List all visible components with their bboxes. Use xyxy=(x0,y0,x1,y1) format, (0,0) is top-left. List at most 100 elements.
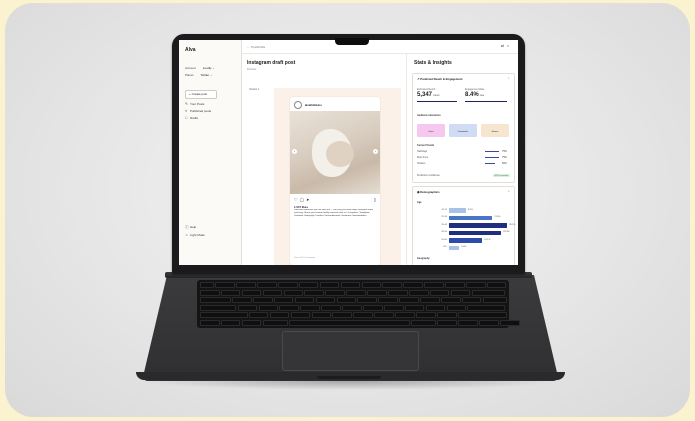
key[interactable] xyxy=(471,289,506,296)
key[interactable] xyxy=(200,312,248,318)
key[interactable] xyxy=(258,304,279,311)
key[interactable] xyxy=(220,319,241,326)
key[interactable] xyxy=(248,312,269,318)
key[interactable] xyxy=(367,289,387,296)
key[interactable] xyxy=(382,282,403,288)
key[interactable] xyxy=(346,289,366,296)
key[interactable] xyxy=(220,289,241,296)
key[interactable] xyxy=(403,282,423,288)
key[interactable] xyxy=(257,282,277,288)
breadcrumb[interactable]: ← Tips/Drafts xyxy=(247,45,265,49)
key[interactable] xyxy=(215,282,235,288)
key[interactable] xyxy=(269,312,290,318)
view-comments-link[interactable]: View all 24 comments xyxy=(294,257,315,259)
key[interactable] xyxy=(232,297,252,303)
key[interactable] xyxy=(241,319,262,326)
key[interactable] xyxy=(465,282,486,288)
key[interactable] xyxy=(420,297,440,303)
sidebar-item-published[interactable]: ≡ Published posts xyxy=(185,109,211,113)
key[interactable] xyxy=(404,304,425,311)
key[interactable] xyxy=(445,282,465,288)
key[interactable] xyxy=(388,289,408,296)
platform-selector[interactable]: Planet Twitter ⌄ xyxy=(185,73,213,77)
key[interactable] xyxy=(262,319,288,326)
key[interactable] xyxy=(200,297,231,303)
sidebar-item-help[interactable]: ⓘ Help xyxy=(185,225,196,230)
key[interactable] xyxy=(374,312,394,318)
key[interactable] xyxy=(500,319,520,326)
key[interactable] xyxy=(279,304,300,311)
key[interactable] xyxy=(298,282,319,288)
key[interactable] xyxy=(395,312,415,318)
key[interactable] xyxy=(363,304,383,311)
key[interactable] xyxy=(425,304,446,311)
key[interactable] xyxy=(336,297,357,303)
key[interactable] xyxy=(315,297,336,303)
key[interactable] xyxy=(479,319,499,326)
sidebar-item-drafts[interactable]: □ Drafts xyxy=(185,116,198,120)
key[interactable] xyxy=(467,304,506,311)
chevron-right-icon[interactable]: › xyxy=(373,149,378,154)
key[interactable] xyxy=(283,289,304,296)
create-post-button[interactable]: + Create post xyxy=(185,90,217,99)
chevron-left-icon[interactable]: ‹ xyxy=(292,149,297,154)
key[interactable] xyxy=(361,282,382,288)
key[interactable] xyxy=(325,289,345,296)
key[interactable] xyxy=(437,319,457,326)
key[interactable] xyxy=(200,289,220,296)
key[interactable] xyxy=(319,282,340,288)
key[interactable] xyxy=(290,312,311,318)
key[interactable] xyxy=(237,304,258,311)
sidebar-item-light-mode[interactable]: ☼ Light Mode xyxy=(185,233,205,237)
key[interactable] xyxy=(273,297,294,303)
engagement-card-title[interactable]: ↗ Predicted Reach & Engagement xyxy=(417,77,462,81)
key[interactable] xyxy=(321,304,341,311)
key[interactable] xyxy=(424,282,444,288)
key[interactable] xyxy=(410,319,437,326)
key[interactable] xyxy=(262,289,283,296)
key[interactable] xyxy=(340,282,361,288)
key[interactable] xyxy=(461,297,482,303)
menu-icon[interactable]: ≡ xyxy=(507,44,512,48)
key[interactable] xyxy=(300,304,320,311)
key[interactable] xyxy=(294,297,315,303)
key[interactable] xyxy=(416,312,436,318)
key[interactable] xyxy=(332,312,353,318)
laptop-screen: Alva Account Loudly ⌄ Planet Twitter ⌄ +… xyxy=(179,40,518,265)
key[interactable] xyxy=(457,312,507,318)
key[interactable] xyxy=(482,297,507,303)
key[interactable] xyxy=(342,304,362,311)
key[interactable] xyxy=(252,297,273,303)
key[interactable] xyxy=(399,297,419,303)
key[interactable] xyxy=(446,304,467,311)
key[interactable] xyxy=(289,319,410,326)
account-selector[interactable]: Account Loudly ⌄ xyxy=(185,66,215,70)
key[interactable] xyxy=(383,304,404,311)
key[interactable] xyxy=(277,282,298,288)
key[interactable] xyxy=(353,312,373,318)
send-icon[interactable]: ➤ xyxy=(306,197,311,202)
key[interactable] xyxy=(236,282,256,288)
key[interactable] xyxy=(450,289,471,296)
trend-row-label: Best times xyxy=(417,156,429,159)
bookmark-icon[interactable]: ▯ xyxy=(374,197,376,202)
key[interactable] xyxy=(378,297,398,303)
demographics-card-title[interactable]: ◉ Demographics xyxy=(417,190,440,194)
key[interactable] xyxy=(200,282,214,288)
key[interactable] xyxy=(486,282,507,288)
trackpad[interactable] xyxy=(282,331,419,371)
key[interactable] xyxy=(436,312,457,318)
key[interactable] xyxy=(304,289,325,296)
chevron-up-icon[interactable]: ⌃ xyxy=(507,190,510,194)
key[interactable] xyxy=(441,297,461,303)
key[interactable] xyxy=(429,289,450,296)
key[interactable] xyxy=(311,312,332,318)
sidebar-item-your-posts[interactable]: ✎ Your Posts xyxy=(185,102,204,106)
key[interactable] xyxy=(408,289,429,296)
key[interactable] xyxy=(458,319,478,326)
key[interactable] xyxy=(200,304,237,311)
key[interactable] xyxy=(241,289,262,296)
key[interactable] xyxy=(357,297,378,303)
chevron-up-icon[interactable]: ⌃ xyxy=(507,77,510,81)
key[interactable] xyxy=(200,319,220,326)
